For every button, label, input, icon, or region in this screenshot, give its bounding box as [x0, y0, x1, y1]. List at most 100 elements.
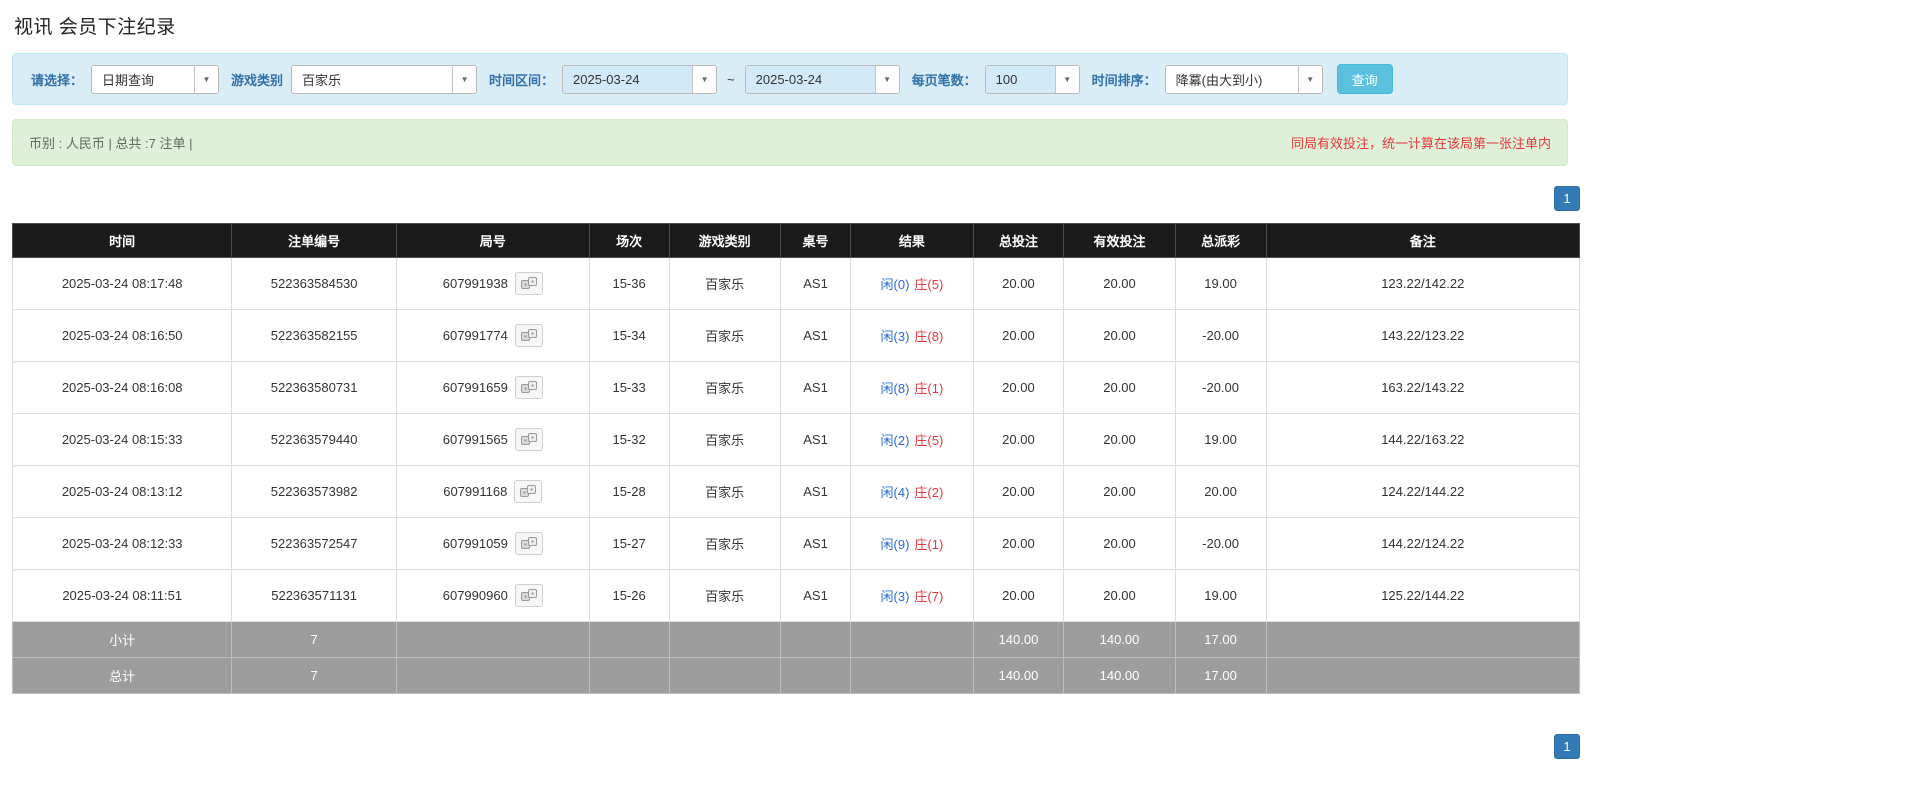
grand-total-total-bet: 140.00	[972, 657, 1065, 694]
sort-order-value: 降冪(由大到小)	[1165, 65, 1298, 93]
table-header-row: 时间 注单编号 局号 场次 游戏类别 桌号 结果 总投注 有效投注 总派彩 备注	[11, 223, 1581, 258]
empty-cell	[850, 621, 974, 658]
round-cell: 607991059	[395, 517, 590, 570]
bet-id-cell: 522363571131	[231, 569, 397, 622]
dice-icon	[520, 381, 537, 393]
total-bet-cell: 20.00	[972, 517, 1065, 570]
date-to-select[interactable]: 2025-03-24 ▼	[744, 64, 900, 94]
result-player: 闲(0)	[880, 277, 910, 292]
note-cell: 143.22/123.22	[1265, 309, 1581, 362]
round-detail-button[interactable]	[514, 272, 543, 295]
page-size-select[interactable]: 100 ▼	[984, 64, 1080, 94]
session-cell: 15-27	[588, 517, 670, 570]
round-detail-button[interactable]	[514, 376, 543, 399]
game-type-value: 百家乐	[292, 65, 453, 93]
note-cell: 144.22/124.22	[1265, 517, 1581, 570]
time-cell: 2025-03-24 08:12:33	[11, 517, 233, 570]
empty-cell	[1265, 621, 1581, 658]
header-valid-bet: 有效投注	[1063, 223, 1176, 258]
round-id: 607990960	[442, 588, 508, 603]
valid-bet-cell: 20.00	[1063, 517, 1176, 570]
total-bet-cell: 20.00	[972, 361, 1065, 414]
header-game-type: 游戏类别	[668, 223, 781, 258]
date-from-value: 2025-03-24	[563, 65, 693, 93]
time-cell: 2025-03-24 08:16:08	[11, 361, 233, 414]
bet-id-cell: 522363584530	[231, 257, 397, 310]
grand-total-label: 总计	[11, 657, 233, 694]
table-no-cell: AS1	[779, 309, 852, 362]
time-cell: 2025-03-24 08:13:12	[11, 465, 233, 518]
result-cell: 闲(8) 庄(1)	[850, 361, 974, 414]
date-range-separator: ~	[727, 71, 735, 87]
search-button[interactable]: 查询	[1336, 64, 1393, 94]
chevron-down-icon[interactable]: ▼	[1054, 65, 1079, 93]
chevron-down-icon[interactable]: ▼	[874, 65, 899, 93]
chevron-down-icon[interactable]: ▼	[692, 65, 717, 93]
empty-cell	[668, 657, 781, 694]
empty-cell	[395, 657, 590, 694]
page-button-1[interactable]: 1	[1554, 186, 1580, 211]
result-cell: 闲(0) 庄(5)	[850, 257, 974, 310]
chevron-down-icon[interactable]: ▼	[194, 65, 219, 93]
round-detail-button[interactable]	[514, 324, 543, 347]
date-from-select[interactable]: 2025-03-24 ▼	[562, 64, 718, 94]
dice-icon	[520, 277, 537, 289]
date-to-value: 2025-03-24	[745, 65, 875, 93]
result-banker: 庄(1)	[914, 381, 944, 396]
grand-total-row: 总计 7 140.00 140.00 17.00	[11, 657, 1581, 694]
result-cell: 闲(2) 庄(5)	[850, 413, 974, 466]
result-cell: 闲(9) 庄(1)	[850, 517, 974, 570]
round-id: 607991565	[442, 432, 508, 447]
valid-bet-notice: 同局有效投注，统一计算在该局第一张注单内	[1290, 136, 1551, 151]
query-type-select[interactable]: 日期查询 ▼	[91, 64, 220, 94]
round-detail-button[interactable]	[514, 532, 543, 555]
valid-bet-cell: 20.00	[1063, 569, 1176, 622]
round-detail-button[interactable]	[514, 428, 543, 451]
total-bet-cell: 20.00	[972, 257, 1065, 310]
grand-total-payout: 17.00	[1174, 657, 1267, 694]
select-type-label: 请选择：	[31, 72, 84, 88]
session-cell: 15-33	[588, 361, 670, 414]
payout-cell: -20.00	[1174, 361, 1267, 414]
game-cell: 百家乐	[668, 413, 781, 466]
result-player: 闲(2)	[880, 433, 910, 448]
round-id: 607991774	[442, 328, 508, 343]
session-cell: 15-36	[588, 257, 670, 310]
round-cell: 607991659	[395, 361, 590, 414]
result-cell: 闲(3) 庄(7)	[850, 569, 974, 622]
page: 视讯 会员下注纪录 请选择： 日期查询 ▼ 游戏类别 百家乐 ▼ 时间区间： 2…	[0, 0, 1581, 779]
game-type-select[interactable]: 百家乐 ▼	[291, 64, 478, 94]
subtotal-label: 小计	[11, 621, 233, 658]
page-button-1[interactable]: 1	[1554, 734, 1580, 759]
round-detail-button[interactable]	[514, 480, 543, 503]
header-result: 结果	[850, 223, 974, 258]
result-player: 闲(3)	[880, 329, 910, 344]
round-cell: 607991774	[395, 309, 590, 362]
round-cell: 607991565	[395, 413, 590, 466]
chevron-down-icon[interactable]: ▼	[1297, 65, 1322, 93]
currency-summary-text: 币别 : 人民币 | 总共 :7 注单 |	[29, 136, 193, 151]
time-cell: 2025-03-24 08:17:48	[11, 257, 233, 310]
table-row: 2025-03-24 08:13:12 522363573982 6079911…	[11, 465, 1581, 518]
header-round-id: 局号	[395, 223, 590, 258]
time-cell: 2025-03-24 08:11:51	[11, 569, 233, 622]
time-cell: 2025-03-24 08:16:50	[11, 309, 233, 362]
game-cell: 百家乐	[668, 361, 781, 414]
total-bet-cell: 20.00	[972, 569, 1065, 622]
note-cell: 163.22/143.22	[1265, 361, 1581, 414]
session-cell: 15-26	[588, 569, 670, 622]
round-detail-button[interactable]	[514, 584, 543, 607]
valid-bet-cell: 20.00	[1063, 361, 1176, 414]
chevron-down-icon[interactable]: ▼	[452, 65, 477, 93]
dice-icon	[520, 485, 537, 497]
table-no-cell: AS1	[779, 517, 852, 570]
sort-order-select[interactable]: 降冪(由大到小) ▼	[1164, 64, 1323, 94]
payout-cell: 19.00	[1174, 569, 1267, 622]
round-cell: 607990960	[395, 569, 590, 622]
empty-cell	[588, 621, 670, 658]
pagination-bottom: 1	[12, 734, 1580, 759]
result-cell: 闲(4) 庄(2)	[850, 465, 974, 518]
result-player: 闲(4)	[880, 485, 910, 500]
payout-cell: 19.00	[1174, 257, 1267, 310]
note-cell: 144.22/163.22	[1265, 413, 1581, 466]
